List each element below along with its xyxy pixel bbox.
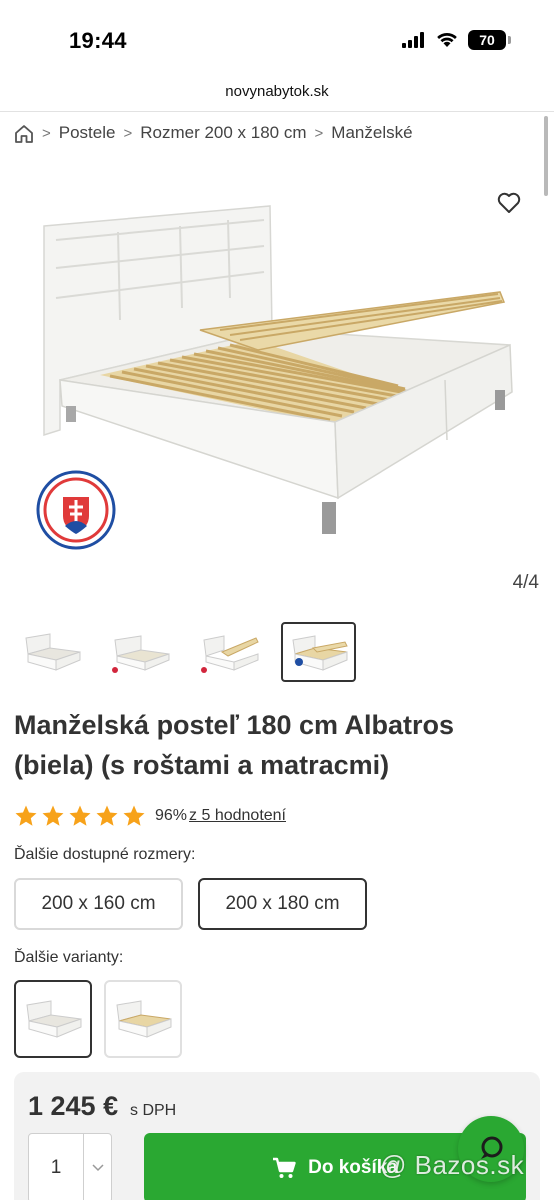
product-image[interactable] xyxy=(0,180,554,580)
star-icon xyxy=(123,805,145,826)
status-icons: 70 xyxy=(402,30,511,50)
star-icon xyxy=(15,805,37,826)
thumbnail[interactable] xyxy=(103,622,178,682)
status-time: 19:44 xyxy=(69,28,127,53)
url-bar[interactable]: novynabytok.sk xyxy=(0,80,554,112)
variant-options xyxy=(14,980,182,1058)
thumbnail-image xyxy=(111,635,169,673)
rating-percent: 96% xyxy=(155,807,188,824)
made-in-slovakia-badge xyxy=(36,470,116,550)
breadcrumb: > Postele > Rozmer 200 x 180 cm > Manžel… xyxy=(14,122,413,144)
size-option-selected[interactable]: 200 x 180 cm xyxy=(198,878,367,930)
wifi-icon xyxy=(437,32,457,47)
variant-image xyxy=(26,1000,82,1038)
thumbnail[interactable] xyxy=(192,622,267,682)
chevron-down-icon[interactable] xyxy=(84,1134,111,1200)
rating: 96% z 5 hodnotení xyxy=(14,804,286,828)
price: 1 245 € xyxy=(28,1091,119,1121)
price-vat: s DPH xyxy=(130,1102,177,1119)
breadcrumb-item[interactable]: Manželské xyxy=(331,123,412,143)
quantity-select[interactable]: 1 xyxy=(28,1133,112,1200)
breadcrumb-separator: > xyxy=(314,124,324,142)
star-icon xyxy=(42,805,64,826)
variant-option-selected[interactable] xyxy=(14,980,92,1058)
thumbnail-image xyxy=(200,635,259,673)
heart-icon[interactable] xyxy=(496,190,522,216)
star-icon xyxy=(69,805,91,826)
thumbnail-image xyxy=(291,635,348,671)
product-title: Manželská posteľ 180 cm Albatros (biela)… xyxy=(14,710,455,780)
quantity-value: 1 xyxy=(29,1134,84,1200)
variant-image xyxy=(116,1000,172,1038)
thumbnail-strip xyxy=(14,622,356,682)
breadcrumb-separator: > xyxy=(123,124,133,142)
variant-option[interactable] xyxy=(104,980,182,1058)
size-options: 200 x 160 cm 200 x 180 cm xyxy=(14,878,367,930)
thumbnail[interactable] xyxy=(14,622,89,682)
signal-icon xyxy=(402,32,424,48)
breadcrumb-item[interactable]: Postele xyxy=(59,123,116,143)
watermark: @ Bazos.sk xyxy=(380,1150,525,1180)
status-bar: 19:44 70 xyxy=(0,0,554,80)
breadcrumb-item[interactable]: Rozmer 200 x 180 cm xyxy=(140,123,306,143)
star-icon xyxy=(96,805,118,826)
breadcrumb-separator: > xyxy=(42,124,51,142)
sizes-label: Ďalšie dostupné rozmery: xyxy=(14,846,196,863)
size-option[interactable]: 200 x 160 cm xyxy=(14,878,183,930)
thumbnail-image xyxy=(24,633,80,671)
cart-icon xyxy=(273,1157,296,1178)
battery-level: 70 xyxy=(479,32,495,48)
home-icon[interactable] xyxy=(14,124,34,144)
reviews-link[interactable]: z 5 hodnotení xyxy=(189,807,286,825)
variants-label: Ďalšie varianty: xyxy=(14,949,124,966)
image-counter: 4/4 xyxy=(512,572,539,593)
battery-icon: 70 xyxy=(468,30,511,50)
thumbnail-active[interactable] xyxy=(281,622,356,682)
